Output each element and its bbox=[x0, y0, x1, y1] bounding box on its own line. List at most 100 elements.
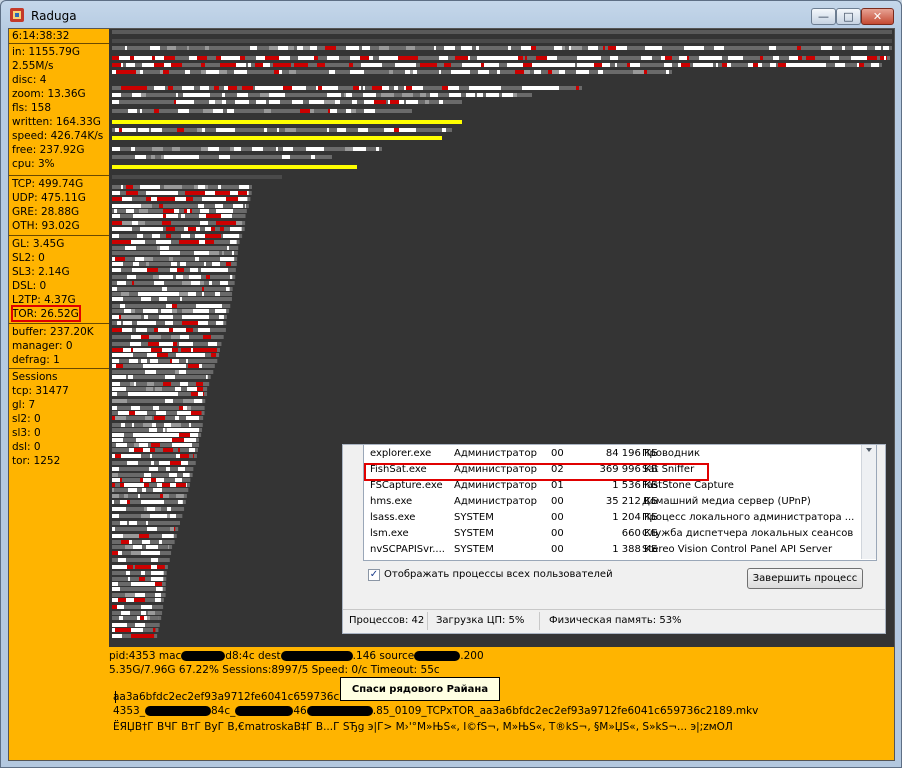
traffic-segment bbox=[346, 46, 353, 50]
maximize-button[interactable]: □ bbox=[836, 8, 861, 25]
process-list[interactable]: explorer.exe Администратор 00 84 196 КБ … bbox=[363, 445, 877, 561]
traffic-row bbox=[112, 545, 173, 549]
traffic-segment bbox=[112, 387, 115, 391]
traffic-segment bbox=[158, 433, 168, 437]
traffic-segment bbox=[215, 292, 220, 296]
traffic-segment bbox=[186, 359, 188, 363]
traffic-segment bbox=[236, 197, 238, 201]
traffic-segment bbox=[227, 109, 234, 113]
traffic-segment bbox=[134, 382, 136, 386]
title-bar[interactable]: Raduga — □ ✕ bbox=[1, 1, 901, 29]
traffic-segment bbox=[410, 70, 413, 74]
traffic-segment bbox=[576, 86, 579, 90]
stat-line: cpu: 3% bbox=[12, 158, 55, 170]
traffic-segment bbox=[153, 488, 162, 492]
traffic-segment bbox=[195, 257, 199, 261]
traffic-segment bbox=[166, 251, 171, 255]
traffic-segment bbox=[226, 281, 228, 285]
traffic-segment bbox=[223, 128, 232, 132]
traffic-segment bbox=[211, 227, 215, 231]
traffic-segment bbox=[272, 100, 280, 104]
traffic-segment bbox=[151, 185, 160, 189]
traffic-segment bbox=[167, 514, 170, 518]
traffic-segment bbox=[112, 375, 121, 379]
traffic-segment bbox=[162, 348, 172, 352]
traffic-segment bbox=[157, 438, 166, 442]
traffic-segment bbox=[151, 364, 155, 368]
traffic-row bbox=[112, 370, 214, 374]
traffic-segment bbox=[813, 63, 818, 67]
process-desc: Stereo Vision Control Panel API Server bbox=[642, 544, 833, 555]
traffic-segment bbox=[112, 268, 121, 272]
traffic-segment bbox=[139, 577, 145, 581]
traffic-segment bbox=[222, 251, 224, 255]
traffic-segment bbox=[610, 56, 618, 60]
traffic-segment bbox=[142, 488, 146, 492]
traffic-segment bbox=[294, 63, 305, 67]
traffic-segment bbox=[112, 406, 117, 410]
traffic-segment bbox=[300, 46, 303, 50]
traffic-segment bbox=[266, 86, 275, 90]
traffic-segment bbox=[220, 63, 227, 67]
traffic-segment bbox=[155, 507, 161, 511]
process-name: explorer.exe bbox=[370, 448, 432, 459]
traffic-segment bbox=[195, 234, 202, 238]
traffic-segment bbox=[354, 70, 364, 74]
traffic-segment bbox=[685, 56, 687, 60]
traffic-segment bbox=[147, 616, 150, 620]
traffic-segment bbox=[112, 587, 120, 591]
traffic-segment bbox=[155, 56, 164, 60]
traffic-segment bbox=[236, 63, 243, 67]
traffic-segment bbox=[187, 411, 191, 415]
traffic-segment bbox=[821, 46, 832, 50]
traffic-segment bbox=[138, 221, 145, 225]
traffic-segment bbox=[155, 364, 163, 368]
traffic-segment bbox=[172, 348, 178, 352]
traffic-segment bbox=[222, 93, 225, 97]
traffic-segment bbox=[138, 292, 148, 296]
traffic-segment bbox=[189, 423, 191, 427]
traffic-segment bbox=[133, 433, 141, 437]
traffic-segment bbox=[548, 86, 559, 90]
process-list-scrollbar[interactable] bbox=[861, 445, 876, 559]
traffic-segment bbox=[162, 221, 171, 225]
traffic-segment bbox=[857, 63, 859, 67]
traffic-segment bbox=[200, 304, 203, 308]
traffic-segment bbox=[119, 623, 127, 627]
traffic-segment bbox=[396, 56, 398, 60]
minimize-button[interactable]: — bbox=[811, 8, 836, 25]
traffic-segment bbox=[141, 551, 150, 555]
traffic-segment bbox=[166, 304, 172, 308]
traffic-segment bbox=[175, 387, 181, 391]
traffic-segment bbox=[156, 411, 164, 415]
traffic-segment bbox=[145, 411, 147, 415]
traffic-segment bbox=[727, 63, 731, 67]
traffic-segment bbox=[178, 364, 186, 368]
traffic-segment bbox=[641, 56, 652, 60]
stat-line: manager: 0 bbox=[12, 340, 73, 352]
traffic-segment bbox=[235, 56, 240, 60]
traffic-segment bbox=[197, 56, 207, 60]
traffic-segment bbox=[645, 46, 653, 50]
traffic-segment bbox=[250, 46, 257, 50]
traffic-segment bbox=[567, 63, 572, 67]
traffic-segment bbox=[477, 93, 483, 97]
traffic-segment bbox=[166, 214, 174, 218]
traffic-segment bbox=[469, 86, 473, 90]
traffic-visualization[interactable]: explorer.exe Администратор 00 84 196 КБ … bbox=[109, 29, 894, 647]
traffic-segment bbox=[264, 100, 266, 104]
traffic-segment bbox=[182, 443, 192, 447]
traffic-segment bbox=[143, 478, 151, 482]
traffic-segment bbox=[176, 483, 186, 487]
traffic-segment bbox=[181, 234, 190, 238]
end-process-button[interactable]: Завершить процесс bbox=[747, 568, 863, 589]
traffic-segment bbox=[129, 411, 135, 415]
show-all-checkbox[interactable]: ✓ bbox=[368, 569, 380, 581]
status-divider bbox=[539, 612, 540, 630]
traffic-segment bbox=[117, 634, 119, 638]
traffic-segment bbox=[201, 93, 210, 97]
close-button[interactable]: ✕ bbox=[861, 8, 894, 25]
traffic-segment bbox=[233, 204, 243, 208]
stat-line: UDP: 475.11G bbox=[12, 192, 86, 204]
traffic-segment bbox=[161, 577, 164, 581]
